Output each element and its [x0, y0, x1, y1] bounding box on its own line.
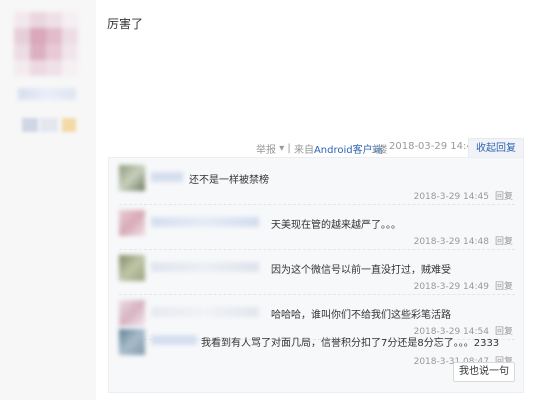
reply-text: 因为这个微信号以前一直没打过，贼难受 [271, 265, 451, 276]
reply-username[interactable] [151, 307, 259, 317]
reply-button[interactable]: 回复 [495, 192, 513, 202]
add-reply-button[interactable]: 我也说一句 [453, 362, 515, 382]
reply-item: 天美现在管的越来越严了。。。 2018-3-29 14:48 回复 [109, 205, 525, 250]
reply-username[interactable] [151, 172, 183, 182]
reply-avatar[interactable] [119, 210, 145, 236]
reply-avatar[interactable] [119, 255, 145, 281]
chevron-down-icon[interactable]: ▾ [279, 143, 284, 154]
avatar[interactable] [14, 12, 78, 76]
reply-time: 2018-3-29 14:45 [413, 192, 489, 202]
floor-number: 3楼 [371, 145, 388, 156]
user-sidebar [0, 0, 96, 400]
reply-text: 哈哈哈，谁叫你们不给我们这些彩笔活路 [271, 310, 451, 321]
reply-panel: 还不是一样被禁榜 2018-3-29 14:45 回复 天美现在管的越来越严了。。… [108, 157, 524, 393]
reply-avatar[interactable] [119, 165, 145, 191]
reply-item: 因为这个微信号以前一直没打过，贼难受 2018-3-29 14:49 回复 [109, 250, 525, 295]
reply-button[interactable]: 回复 [495, 282, 513, 292]
collapse-replies-button[interactable]: 收起回复 [468, 138, 524, 158]
reply-username[interactable] [151, 217, 259, 227]
reply-time: 2018-3-29 14:48 [413, 237, 489, 247]
reply-item: 还不是一样被禁榜 2018-3-29 14:45 回复 [109, 160, 525, 205]
post-tail: 举报 ▾ | 来自Android客户端 [256, 141, 383, 156]
reply-meta: 2018-3-29 14:49 回复 [414, 279, 513, 292]
reply-username[interactable] [151, 335, 197, 345]
user-level-badge [22, 118, 76, 132]
reply-text: 天美现在管的越来越严了。。。 [271, 220, 401, 231]
reply-meta: 2018-3-29 14:45 回复 [414, 189, 513, 202]
reply-avatar[interactable] [119, 329, 145, 355]
reply-username[interactable] [151, 262, 259, 272]
reply-text: 我看到有人骂了对面几局，信誉积分扣了7分还是8分忘了。。。2333 [201, 338, 500, 349]
source-prefix: 来自 [293, 145, 314, 156]
user-name[interactable] [18, 88, 76, 100]
report-link[interactable]: 举报 [256, 145, 276, 156]
reply-text: 还不是一样被禁榜 [189, 175, 269, 186]
reply-meta: 2018-3-29 14:48 回复 [414, 234, 513, 247]
post-timestamp: 2018-03-29 14:40 [389, 141, 480, 152]
reply-button[interactable]: 回复 [495, 237, 513, 247]
separator: | [287, 143, 291, 154]
reply-time: 2018-3-29 14:49 [413, 282, 489, 292]
post-content: 厉害了 [107, 17, 144, 31]
